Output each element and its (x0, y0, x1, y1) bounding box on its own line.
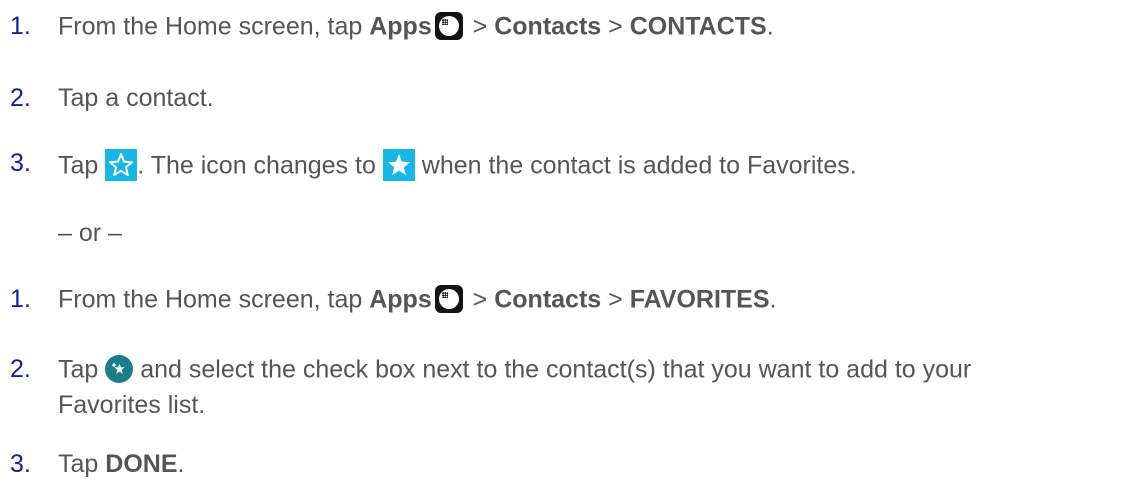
apps-label: Apps (369, 12, 432, 41)
contacts-label: Contacts (494, 12, 602, 41)
separator: > (465, 285, 495, 314)
step-number: 3. (10, 149, 31, 177)
step-number: 1. (10, 285, 31, 313)
apps-grid-icon (434, 12, 463, 40)
step-text: Tap a contact. (58, 84, 214, 112)
step-prefix: Tap (58, 355, 106, 384)
separator: > (601, 285, 630, 314)
step-middle: . The icon changes to (137, 151, 383, 180)
add-favorite-icon (105, 355, 134, 383)
step-number: 2. (10, 355, 31, 383)
step-end: . (769, 285, 777, 314)
step-line1: and select the check box next to the con… (133, 355, 972, 384)
or-text: – or – (58, 219, 122, 247)
apps-label: Apps (369, 285, 432, 314)
favorites-tab-label: FAVORITES (629, 285, 770, 314)
separator: > (465, 12, 495, 41)
step-prefix: Tap (58, 450, 106, 478)
step-text: From the Home screen, tap Apps > Contact… (58, 285, 777, 315)
step-text: From the Home screen, tap Apps > Contact… (58, 12, 774, 42)
step-text: Tap DONE. (58, 452, 184, 477)
separator: > (601, 12, 630, 41)
star-outline-icon (105, 149, 138, 181)
star-filled-icon (382, 149, 415, 181)
apps-grid-icon (434, 285, 463, 313)
done-label: DONE (105, 450, 178, 478)
step-prefix: Tap (58, 151, 106, 180)
contacts-label: Contacts (494, 285, 602, 314)
contacts-tab-label: CONTACTS (629, 12, 767, 41)
step-prefix: From the Home screen, tap (58, 285, 370, 314)
step-suffix: when the contact is added to Favorites. (414, 151, 857, 180)
step-number: 2. (10, 84, 31, 112)
step-text: Tap and select the check box next to the… (58, 355, 972, 385)
step-number: 1. (10, 12, 31, 40)
step-end: . (766, 12, 774, 41)
step-end: . (177, 450, 185, 478)
step-number: 3. (10, 450, 31, 478)
step-prefix: From the Home screen, tap (58, 12, 370, 41)
step-text: Tap . The icon changes to when the conta… (58, 149, 857, 183)
step-line2: Favorites list. (58, 391, 206, 419)
